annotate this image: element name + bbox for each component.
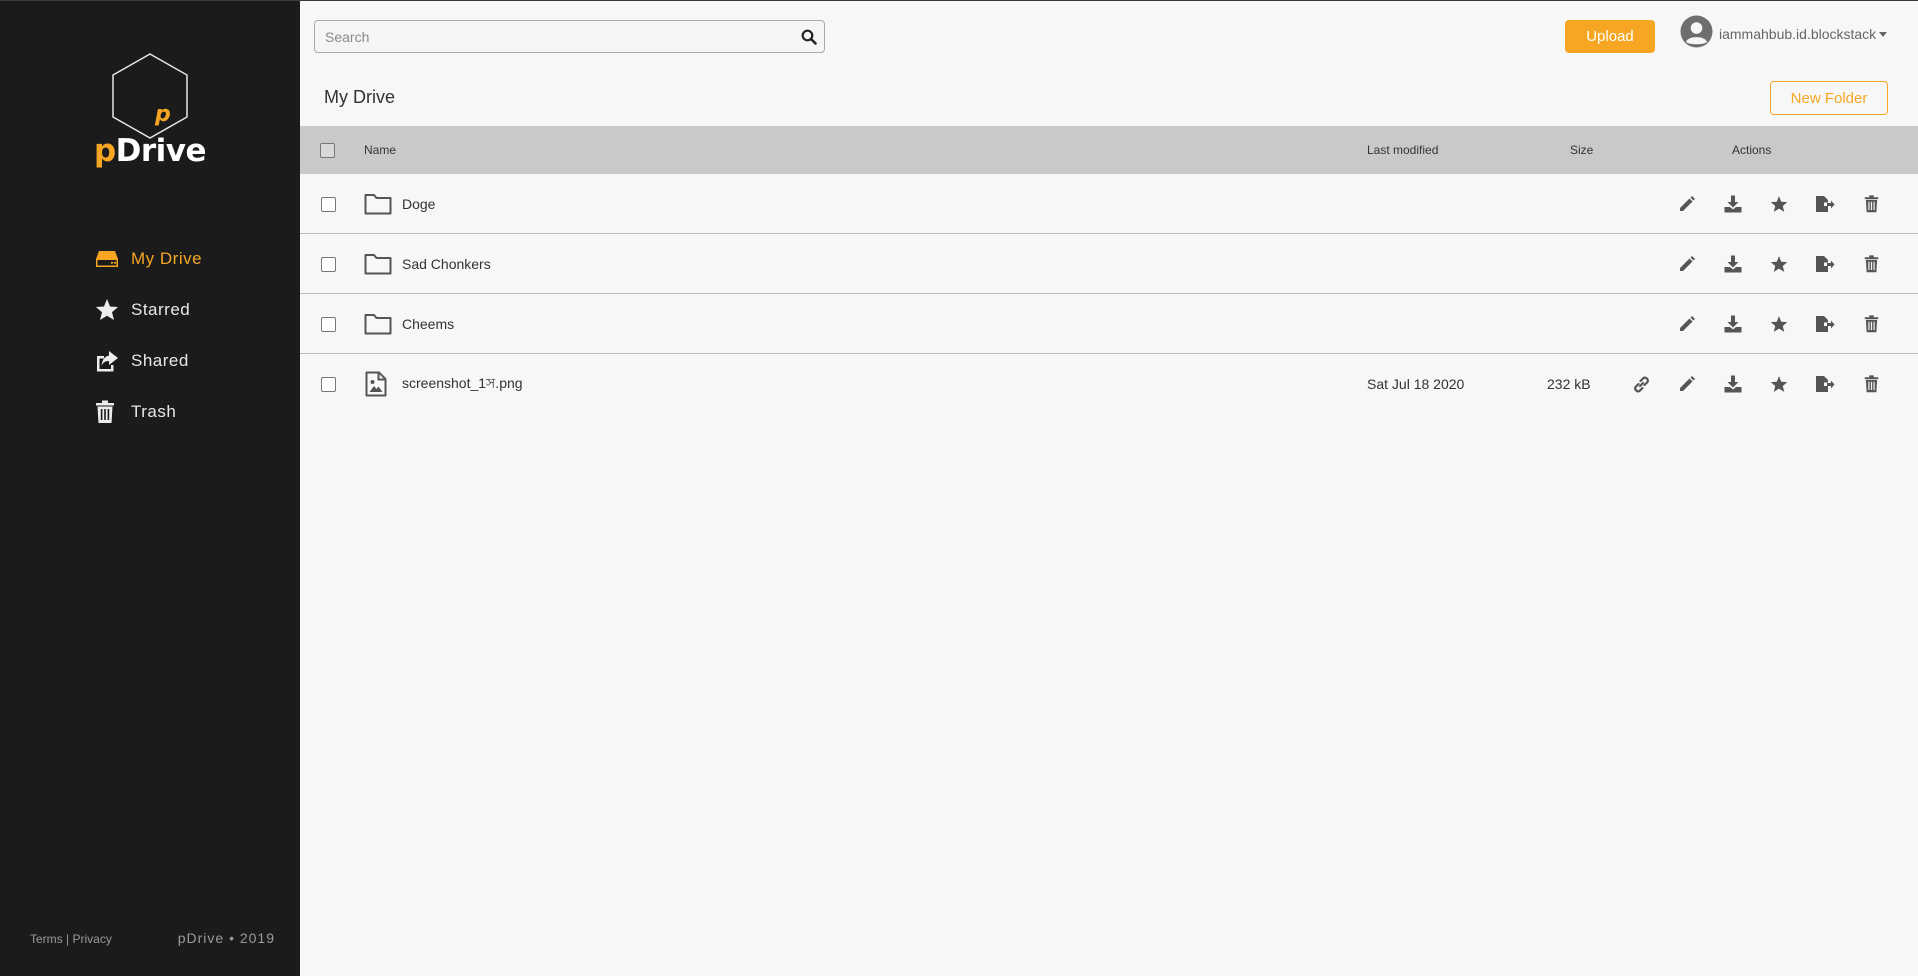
drive-icon: [95, 245, 123, 273]
file-size: 232 kB: [1547, 376, 1591, 392]
row-checkbox[interactable]: [321, 196, 336, 212]
legal-separator: |: [66, 932, 70, 946]
terms-link[interactable]: Terms: [30, 932, 63, 946]
column-header-actions: Actions: [1732, 143, 1772, 157]
sidebar-footer: Terms | Privacy pDrive • 2019: [30, 930, 275, 946]
rename-icon[interactable]: [1672, 234, 1702, 294]
select-all-checkbox[interactable]: [320, 142, 335, 158]
last-modified: Sat Jul 18 2020: [1367, 376, 1465, 392]
item-name[interactable]: screenshot_1স.png: [402, 354, 523, 414]
table-row[interactable]: screenshot_1স.png Sat Jul 18 2020 232 kB: [300, 354, 1918, 414]
move-icon[interactable]: [1810, 234, 1840, 294]
column-header-last-modified[interactable]: Last modified: [1367, 126, 1438, 174]
row-checkbox[interactable]: [321, 316, 336, 332]
column-header-size[interactable]: Size: [1570, 126, 1593, 174]
item-name[interactable]: Doge: [402, 174, 435, 234]
folder-icon: [364, 294, 392, 354]
star-icon[interactable]: [1764, 354, 1794, 414]
svg-text:p: p: [154, 102, 171, 127]
move-icon[interactable]: [1810, 354, 1840, 414]
row-checkbox[interactable]: [321, 376, 336, 392]
privacy-link[interactable]: Privacy: [72, 932, 111, 946]
download-icon[interactable]: [1718, 294, 1748, 354]
page-title: My Drive: [324, 87, 395, 107]
sidebar-item-my-drive[interactable]: My Drive: [95, 233, 202, 284]
search-icon[interactable]: [794, 29, 824, 45]
star-icon[interactable]: [1764, 174, 1794, 234]
sidebar: p pDrive My Drive Starred Shared Trash T…: [0, 0, 300, 976]
avatar: [1680, 15, 1713, 53]
link-icon[interactable]: [1626, 354, 1656, 414]
user-avatar-icon: [1680, 15, 1713, 48]
sidebar-item-label: Trash: [131, 401, 177, 421]
row-checkbox[interactable]: [321, 256, 336, 272]
legal-links: Terms | Privacy: [30, 932, 112, 946]
rename-icon[interactable]: [1672, 174, 1702, 234]
sidebar-item-label: My Drive: [131, 248, 203, 268]
logo-hexagon-icon: p: [112, 53, 188, 139]
star-icon[interactable]: [1764, 234, 1794, 294]
main-content: Upload iammahbub.id.blockstack My Drive …: [300, 0, 1918, 976]
upload-button[interactable]: Upload: [1565, 20, 1655, 53]
rename-icon[interactable]: [1672, 354, 1702, 414]
sidebar-item-starred[interactable]: Starred: [95, 284, 202, 335]
table-row[interactable]: Doge: [300, 174, 1918, 234]
trash-icon[interactable]: [1856, 294, 1886, 354]
rename-icon[interactable]: [1672, 294, 1702, 354]
user-menu[interactable]: iammahbub.id.blockstack: [1680, 15, 1888, 53]
sidebar-item-label: Shared: [131, 350, 189, 370]
move-icon[interactable]: [1810, 294, 1840, 354]
search-input[interactable]: [315, 21, 794, 52]
sidebar-item-trash[interactable]: Trash: [95, 386, 202, 437]
search-bar: [314, 20, 825, 53]
share-icon: [95, 347, 123, 375]
table-row[interactable]: Cheems: [300, 294, 1918, 354]
item-name[interactable]: Cheems: [402, 294, 454, 354]
sidebar-nav: My Drive Starred Shared Trash: [95, 233, 202, 437]
trash-icon[interactable]: [1856, 354, 1886, 414]
item-name[interactable]: Sad Chonkers: [402, 234, 491, 294]
star-icon: [95, 296, 123, 324]
move-icon[interactable]: [1810, 174, 1840, 234]
download-icon[interactable]: [1718, 174, 1748, 234]
folder-icon: [364, 174, 392, 234]
star-icon[interactable]: [1764, 294, 1794, 354]
download-icon[interactable]: [1718, 234, 1748, 294]
table-header: Name Last modified Size Actions: [300, 126, 1918, 174]
trash-icon[interactable]: [1856, 174, 1886, 234]
new-folder-button[interactable]: New Folder: [1770, 81, 1888, 115]
table-row[interactable]: Sad Chonkers: [300, 234, 1918, 294]
logo-text: pDrive: [93, 133, 207, 169]
column-header-name[interactable]: Name: [364, 126, 396, 174]
image-file-icon: [365, 354, 387, 414]
chevron-down-icon: [1879, 31, 1888, 37]
username: iammahbub.id.blockstack: [1719, 26, 1877, 42]
copyright: pDrive • 2019: [177, 930, 275, 946]
trash-icon: [95, 398, 123, 426]
folder-icon: [364, 234, 392, 294]
select-all-cell: [320, 126, 335, 174]
sidebar-item-shared[interactable]: Shared: [95, 335, 202, 386]
download-icon[interactable]: [1718, 354, 1748, 414]
logo[interactable]: p pDrive: [0, 51, 300, 169]
trash-icon[interactable]: [1856, 234, 1886, 294]
sidebar-item-label: Starred: [131, 299, 191, 319]
